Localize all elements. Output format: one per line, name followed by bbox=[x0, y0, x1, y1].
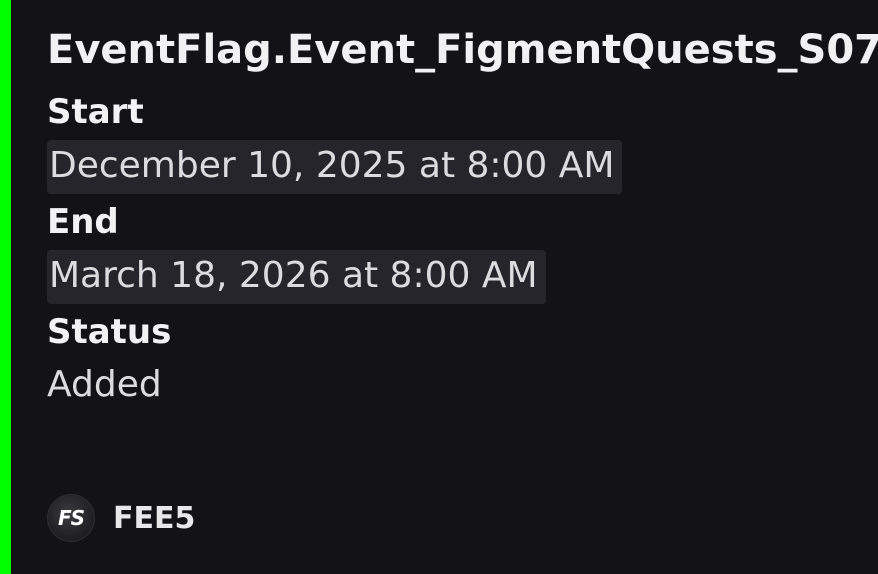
field-value-end: March 18, 2026 at 8:00 AM bbox=[47, 250, 858, 304]
embed-card: EventFlag.Event_FigmentQuests_S07 Start … bbox=[0, 0, 878, 574]
field-value-start: December 10, 2025 at 8:00 AM bbox=[47, 140, 858, 194]
start-timestamp[interactable]: December 10, 2025 at 8:00 AM bbox=[47, 140, 623, 194]
author-avatar[interactable]: FS bbox=[47, 494, 95, 542]
field-name-status: Status bbox=[47, 312, 172, 352]
field-name-start: Start bbox=[47, 92, 144, 132]
embed-title: EventFlag.Event_FigmentQuests_S07 bbox=[47, 27, 878, 73]
field-name-end: End bbox=[47, 202, 119, 242]
end-timestamp[interactable]: March 18, 2026 at 8:00 AM bbox=[47, 250, 546, 304]
embed-footer: FS FEE5 bbox=[47, 494, 195, 542]
field-value-status: Added bbox=[47, 364, 162, 405]
embed-content: EventFlag.Event_FigmentQuests_S07 Start … bbox=[47, 24, 878, 410]
author-name[interactable]: FEE5 bbox=[113, 501, 195, 536]
embed-accent-bar bbox=[0, 0, 11, 574]
